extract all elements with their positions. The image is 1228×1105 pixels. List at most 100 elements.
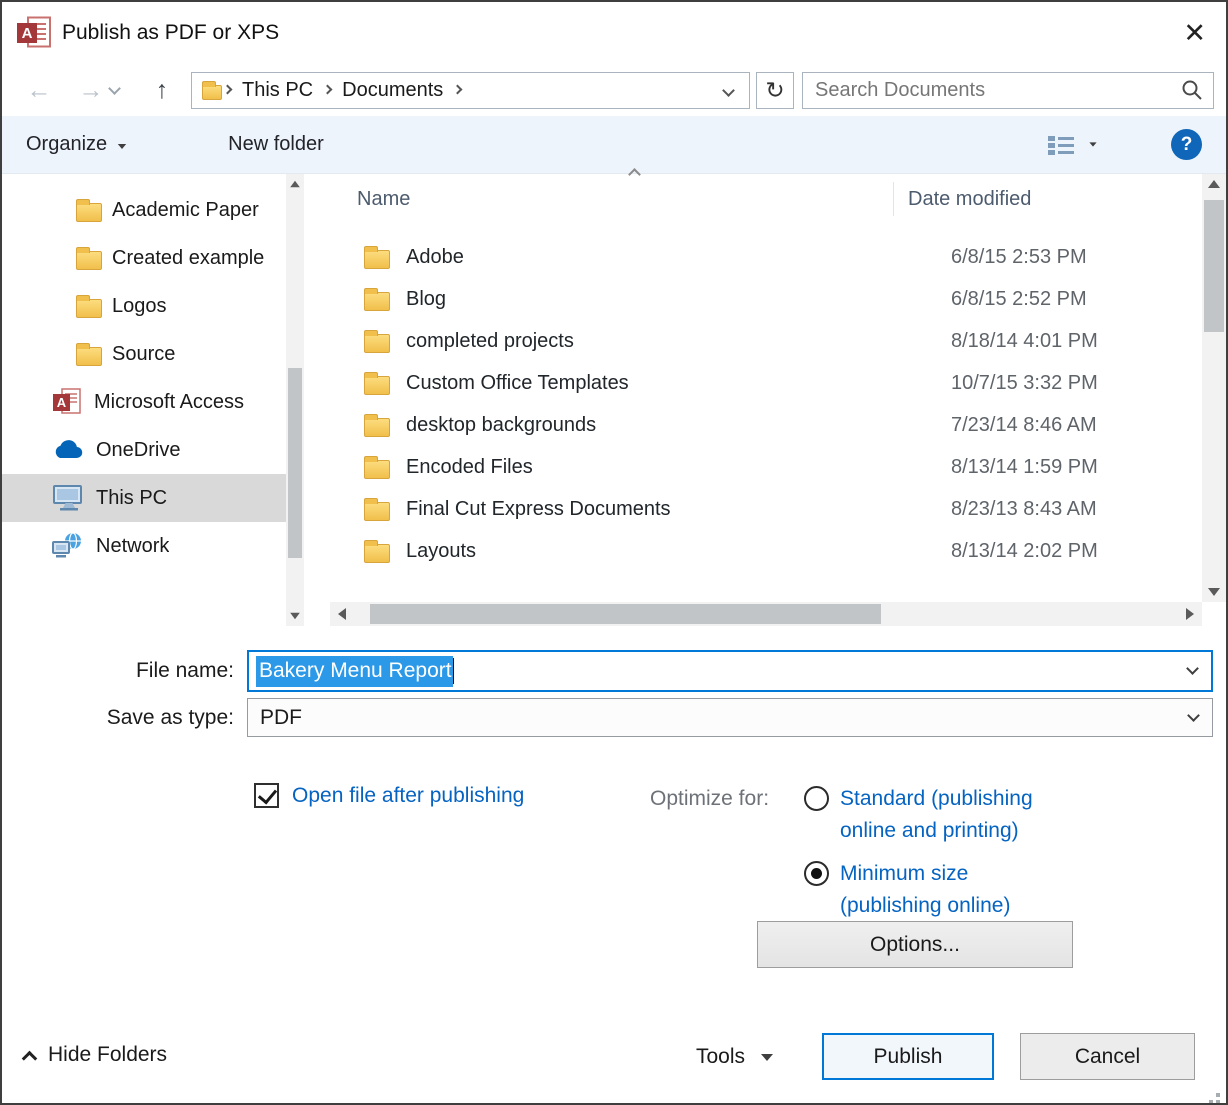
dialog-title: Publish as PDF or XPS	[62, 21, 279, 45]
sidebar-item-microsoft-access[interactable]: A Microsoft Access	[2, 378, 286, 426]
file-row-adobe[interactable]: Adobe 6/8/15 2:53 PM	[304, 236, 1202, 278]
file-row-encoded-files[interactable]: Encoded Files 8/13/14 1:59 PM	[304, 446, 1202, 488]
sidebar-item-network[interactable]: Network	[2, 522, 286, 570]
file-name: Blog	[406, 288, 937, 311]
scroll-down-icon[interactable]	[1202, 582, 1226, 602]
sidebar-scrollbar[interactable]	[286, 174, 304, 626]
forward-button[interactable]: →	[74, 78, 108, 103]
file-row-completed-projects[interactable]: completed projects 8/18/14 4:01 PM	[304, 320, 1202, 362]
sidebar-item-onedrive[interactable]: OneDrive	[2, 426, 286, 474]
minimum-size-radio-label[interactable]: Minimum size (publishing online)	[840, 858, 1056, 921]
breadcrumb-this-pc[interactable]: This PC	[233, 79, 322, 102]
up-button[interactable]: ↑	[145, 78, 179, 103]
tools-menu-button[interactable]: Tools	[696, 1045, 773, 1069]
organize-label: Organize	[26, 133, 107, 156]
publish-as-pdf-dialog: A Publish as PDF or XPS ✕ ← → ↑ This PC …	[0, 0, 1228, 1105]
help-icon[interactable]: ?	[1171, 129, 1202, 160]
sidebar-item-source[interactable]: Source	[2, 330, 286, 378]
file-name: Encoded Files	[406, 456, 937, 479]
file-name-input[interactable]: Bakery Menu Report	[247, 650, 1213, 692]
location-folder-icon	[202, 85, 222, 100]
folder-icon	[364, 418, 390, 437]
view-options-caret-icon[interactable]	[1089, 142, 1096, 146]
file-name-value: Bakery Menu Report	[256, 656, 453, 687]
sidebar-item-label: Logos	[112, 295, 167, 318]
tools-label: Tools	[696, 1045, 745, 1069]
change-view-icon[interactable]	[1047, 133, 1075, 157]
breadcrumb-chevron-icon[interactable]	[323, 84, 333, 94]
back-button[interactable]: ←	[22, 78, 56, 103]
folder-icon	[364, 250, 390, 269]
file-date-modified: 10/7/15 3:32 PM	[937, 372, 1098, 395]
scroll-right-icon[interactable]	[1178, 602, 1202, 626]
standard-radio-label[interactable]: Standard (publishing online and printing…	[840, 783, 1056, 846]
file-date-modified: 8/13/14 1:59 PM	[937, 456, 1098, 479]
folder-icon	[76, 347, 102, 366]
toolbar-right-group: ?	[1047, 129, 1202, 160]
sidebar-item-created-example[interactable]: Created example	[2, 234, 286, 282]
file-list-pane: Name Date modified Adobe 6/8/15 2:53 PM	[304, 174, 1226, 626]
history-dropdown-icon[interactable]	[108, 82, 121, 95]
close-icon[interactable]: ✕	[1183, 20, 1206, 47]
scroll-up-icon[interactable]	[286, 174, 304, 194]
horizontal-scroll-track[interactable]	[330, 602, 1202, 626]
scroll-down-icon[interactable]	[286, 606, 304, 626]
horizontal-scrollbar-thumb[interactable]	[370, 604, 881, 624]
file-name-dropdown-icon[interactable]	[1186, 662, 1199, 675]
sidebar-item-label: Network	[96, 535, 169, 558]
file-name: completed projects	[406, 330, 937, 353]
resize-grip[interactable]	[1216, 1093, 1220, 1097]
search-input[interactable]	[815, 79, 1181, 102]
save-as-type-select[interactable]: PDF	[247, 698, 1213, 737]
file-name: Custom Office Templates	[406, 372, 937, 395]
standard-radio[interactable]	[804, 786, 829, 811]
sidebar-item-logos[interactable]: Logos	[2, 282, 286, 330]
sidebar-item-label: Microsoft Access	[94, 391, 244, 414]
folder-icon	[364, 544, 390, 563]
title-bar: A Publish as PDF or XPS ✕	[2, 2, 1226, 64]
open-file-checkbox[interactable]	[254, 783, 279, 808]
sidebar-item-label: Academic Paper	[112, 199, 259, 222]
file-list-vertical-scrollbar[interactable]	[1202, 174, 1226, 602]
folder-tree-sidebar: Academic Paper Created example Logos Sou…	[2, 174, 286, 626]
file-date-modified: 8/18/14 4:01 PM	[937, 330, 1098, 353]
optimize-standard-option[interactable]: Standard (publishing online and printing…	[804, 783, 1056, 846]
refresh-button[interactable]: ↻	[756, 72, 794, 109]
network-icon	[52, 532, 84, 560]
dialog-toolbar: Organize New folder ?	[2, 116, 1226, 174]
save-as-type-value: PDF	[260, 706, 302, 730]
options-button[interactable]: Options...	[757, 921, 1073, 968]
file-row-custom-office-templates[interactable]: Custom Office Templates 10/7/15 3:32 PM	[304, 362, 1202, 404]
sidebar-item-academic-paper[interactable]: Academic Paper	[2, 186, 286, 234]
address-dropdown-icon[interactable]	[722, 84, 735, 97]
new-folder-button[interactable]: New folder	[228, 133, 324, 156]
column-header-name[interactable]: Name	[304, 182, 894, 216]
sidebar-scrollbar-thumb[interactable]	[288, 368, 302, 558]
breadcrumb-documents[interactable]: Documents	[333, 79, 452, 102]
publish-button[interactable]: Publish	[822, 1033, 994, 1080]
save-as-type-dropdown-icon[interactable]	[1187, 709, 1200, 722]
optimize-minimum-size-option[interactable]: Minimum size (publishing online)	[804, 858, 1056, 921]
file-date-modified: 6/8/15 2:52 PM	[937, 288, 1087, 311]
column-header-date-modified[interactable]: Date modified	[894, 188, 1031, 211]
minimum-size-radio[interactable]	[804, 861, 829, 886]
file-row-final-cut-express-documents[interactable]: Final Cut Express Documents 8/23/13 8:43…	[304, 488, 1202, 530]
hide-folders-button[interactable]: Hide Folders	[24, 1043, 167, 1067]
file-row-layouts[interactable]: Layouts 8/13/14 2:02 PM	[304, 530, 1202, 572]
file-list-scrollbar-thumb[interactable]	[1204, 200, 1224, 332]
breadcrumb-chevron-icon[interactable]	[223, 84, 233, 94]
scrollbar-corner	[1202, 602, 1226, 626]
organize-menu-button[interactable]: Organize	[26, 133, 128, 156]
scroll-up-icon[interactable]	[1202, 174, 1226, 194]
file-row-blog[interactable]: Blog 6/8/15 2:52 PM	[304, 278, 1202, 320]
breadcrumb-chevron-icon[interactable]	[453, 84, 463, 94]
collapse-icon	[22, 1050, 38, 1066]
scroll-left-icon[interactable]	[330, 602, 354, 626]
dialog-footer: Hide Folders Tools Publish Cancel	[2, 1033, 1226, 1081]
sidebar-item-this-pc[interactable]: This PC	[2, 474, 286, 522]
open-file-after-publishing-row: Open file after publishing	[254, 783, 524, 808]
file-date-modified: 7/23/14 8:46 AM	[937, 414, 1097, 437]
cancel-button[interactable]: Cancel	[1020, 1033, 1195, 1080]
file-row-desktop-backgrounds[interactable]: desktop backgrounds 7/23/14 8:46 AM	[304, 404, 1202, 446]
open-file-checkbox-label[interactable]: Open file after publishing	[292, 784, 524, 808]
